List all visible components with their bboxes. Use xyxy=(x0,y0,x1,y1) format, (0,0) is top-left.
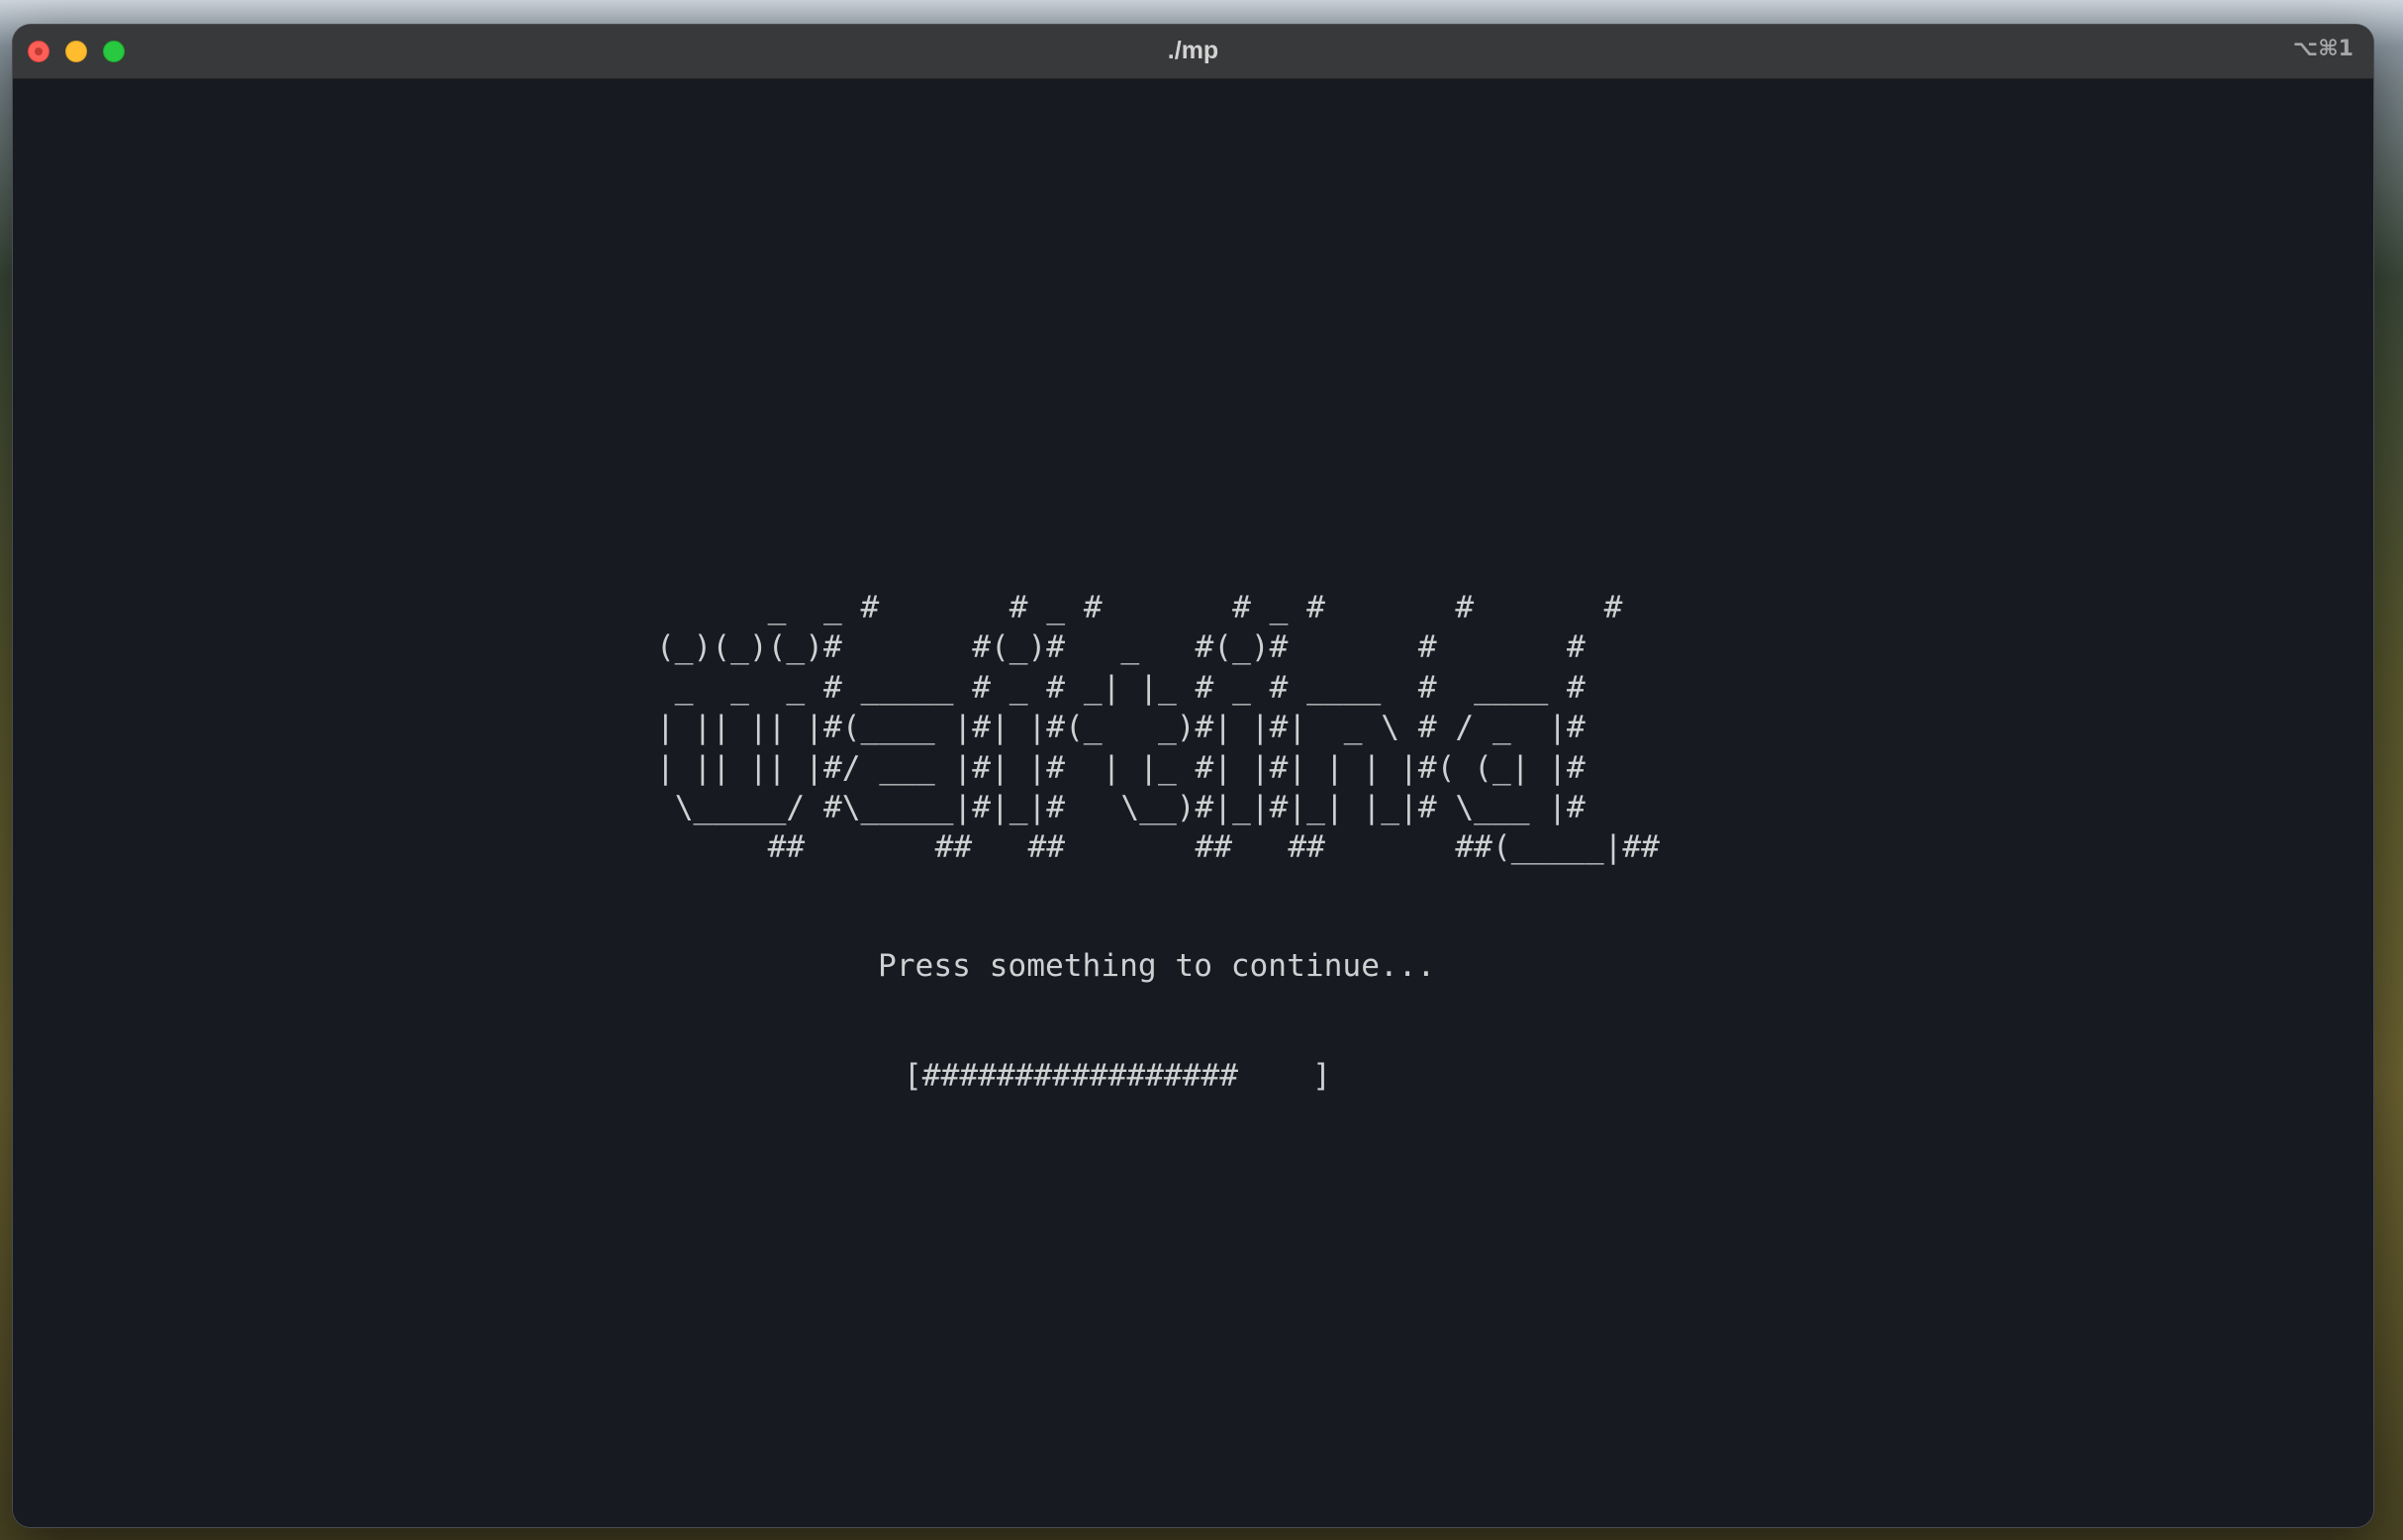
window-shortcut-label: ⌥⌘1 xyxy=(2292,37,2354,61)
ascii-banner: _ _ # # _ # # _ # # # (_)(_)(_)# #(_)# _… xyxy=(656,590,1660,866)
terminal-window: ./mp ⌥⌘1 _ _ # # _ # # _ # # # (_)(_)(_)… xyxy=(13,25,2373,1527)
loading-progress-bar: [################# ] xyxy=(904,1058,1331,1095)
title-bar[interactable]: ./mp ⌥⌘1 xyxy=(13,25,2373,79)
continue-prompt: Press something to continue... xyxy=(878,948,1436,984)
terminal-content[interactable]: _ _ # # _ # # _ # # # (_)(_)(_)# #(_)# _… xyxy=(13,79,2373,1527)
window-title: ./mp xyxy=(1167,37,1219,64)
